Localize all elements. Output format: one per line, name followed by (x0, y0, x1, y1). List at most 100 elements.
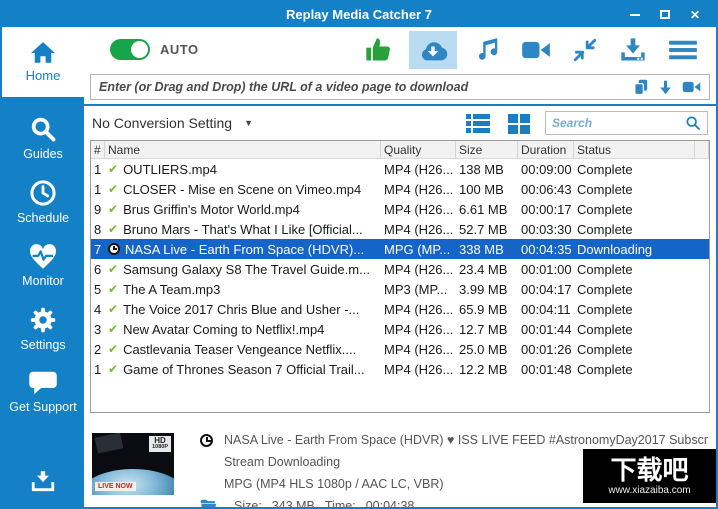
table-row[interactable]: 4 ✔ The Voice 2017 Chris Blue and Usher … (91, 299, 709, 319)
table-row[interactable]: 6 ✔ Samsung Galaxy S8 The Travel Guide.m… (91, 259, 709, 279)
speech-bubble-icon (28, 370, 58, 396)
table-row[interactable]: 7 ✔ NASA Live - Earth From Space (HDVR).… (91, 239, 709, 259)
row-status: Complete (577, 201, 633, 217)
complete-check-icon: ✔ (108, 322, 119, 336)
downloads-table: # Name Quality Size Duration Status 1 ✔ … (90, 140, 710, 413)
download-manager-button[interactable] (615, 33, 651, 67)
import-button[interactable] (2, 469, 84, 507)
row-duration: 00:01:44 (521, 321, 572, 337)
url-input[interactable]: Enter (or Drag and Drop) the URL of a vi… (90, 74, 710, 100)
search-input[interactable]: Search (545, 111, 708, 135)
row-name-cell: ✔ Samsung Galaxy S8 The Travel Guide.m..… (105, 262, 381, 277)
sidebar-item-monitor[interactable]: Monitor (2, 243, 84, 288)
minimize-button[interactable] (624, 6, 646, 24)
hd-badge: HD 1080P (149, 436, 171, 453)
row-num: 1 (94, 181, 102, 197)
row-duration: 00:01:48 (521, 361, 572, 377)
row-num: 1 (94, 161, 102, 177)
row-size: 3.99 MB (459, 281, 508, 297)
table-row[interactable]: 3 ✔ New Avatar Coming to Netflix!.mp4 MP… (91, 319, 709, 339)
close-button[interactable]: ✕ (684, 6, 706, 24)
search-icon (685, 115, 701, 131)
row-duration: 00:04:35 (521, 241, 572, 257)
complete-check-icon: ✔ (108, 302, 119, 316)
row-name: NASA Live - Earth From Space (HDVR)... (125, 241, 365, 257)
sidebar-item-label: Home (25, 68, 61, 83)
row-quality: MP3 (MP... (384, 281, 448, 297)
row-name: Samsung Galaxy S8 The Travel Guide.m... (123, 261, 370, 277)
col-status[interactable]: Status (574, 141, 695, 158)
complete-check-icon: ✔ (108, 362, 119, 376)
col-size[interactable]: Size (456, 141, 518, 158)
conversion-setting-dropdown[interactable]: No Conversion Setting ▼ (92, 115, 253, 131)
sidebar-item-get-support[interactable]: Get Support (2, 370, 84, 414)
table-row[interactable]: 2 ✔ Castlevania Teaser Vengeance Netflix… (91, 339, 709, 359)
row-size: 52.7 MB (459, 221, 508, 237)
maximize-button[interactable] (654, 6, 676, 24)
col-name[interactable]: Name (105, 141, 381, 158)
sidebar-item-guides[interactable]: Guides (2, 115, 84, 161)
row-status: Complete (577, 361, 633, 377)
table-header[interactable]: # Name Quality Size Duration Status (91, 141, 709, 159)
grid-view-button[interactable] (503, 109, 535, 138)
row-size: 12.2 MB (459, 361, 508, 377)
row-name-cell: ✔ Brus Griffin's Motor World.mp4 (105, 202, 381, 217)
complete-check-icon: ✔ (108, 182, 119, 196)
table-row[interactable]: 5 ✔ The A Team.mp3 MP3 (MP... 3.99 MB 00… (91, 279, 709, 299)
record-camera-icon[interactable] (682, 80, 701, 94)
complete-check-icon: ✔ (108, 222, 119, 236)
row-size: 138 MB (459, 161, 504, 177)
col-num[interactable]: # (91, 141, 105, 158)
watermark: 下载吧 www.xiazaiba.com (583, 449, 716, 503)
camcorder-button[interactable] (517, 34, 555, 66)
row-name-cell: ✔ CLOSER - Mise en Scene on Vimeo.mp4 (105, 182, 381, 197)
table-row[interactable]: 1 ✔ CLOSER - Mise en Scene on Vimeo.mp4 … (91, 179, 709, 199)
clock-icon (29, 179, 57, 207)
sidebar-item-schedule[interactable]: Schedule (2, 179, 84, 225)
watermark-text: 下载吧 (610, 454, 689, 485)
auto-toggle[interactable] (110, 39, 150, 60)
row-status: Complete (577, 321, 633, 337)
downloading-clock-icon (108, 243, 120, 255)
sidebar-item-settings[interactable]: Settings (2, 306, 84, 352)
music-button[interactable] (470, 32, 504, 68)
hamburger-menu-icon (668, 38, 698, 62)
heart-pulse-icon (28, 243, 58, 270)
sidebar-item-label: Guides (23, 147, 63, 161)
row-quality: MP4 (H26... (384, 361, 454, 377)
sidebar-item-home[interactable]: Home (2, 27, 84, 97)
row-duration: 00:01:00 (521, 261, 572, 277)
cloud-download-button[interactable] (409, 30, 457, 69)
row-name: Bruno Mars - That's What I Like [Officia… (123, 221, 363, 237)
row-name: The Voice 2017 Chris Blue and Usher -... (123, 301, 360, 317)
thumbs-up-button[interactable] (360, 32, 396, 68)
conversion-setting-label: No Conversion Setting (92, 115, 233, 131)
table-row[interactable]: 1 ✔ OUTLIERS.mp4 MP4 (H26... 138 MB 00:0… (91, 159, 709, 179)
menu-button[interactable] (664, 34, 702, 66)
row-size: 6.61 MB (459, 201, 508, 217)
row-quality: MP4 (H26... (384, 181, 454, 197)
maximize-icon (660, 10, 670, 19)
row-size: 12.7 MB (459, 321, 508, 337)
row-status: Complete (577, 181, 633, 197)
row-status: Complete (577, 161, 633, 177)
table-row[interactable]: 8 ✔ Bruno Mars - That's What I Like [Off… (91, 219, 709, 239)
row-name-cell: ✔ Castlevania Teaser Vengeance Netflix..… (105, 342, 381, 357)
size-value: 343 MB (271, 499, 315, 509)
controls-row: No Conversion Setting ▼ Search (84, 106, 716, 140)
table-row[interactable]: 9 ✔ Brus Griffin's Motor World.mp4 MP4 (… (91, 199, 709, 219)
paste-icon[interactable] (633, 79, 649, 96)
table-row[interactable]: 1 ✔ Game of Thrones Season 7 Official Tr… (91, 359, 709, 379)
row-quality: MP4 (H26... (384, 221, 454, 237)
download-arrow-icon[interactable] (658, 80, 673, 95)
folder-icon[interactable] (200, 499, 217, 507)
watermark-url: www.xiazaiba.com (608, 484, 691, 496)
gear-icon (29, 306, 57, 334)
col-quality[interactable]: Quality (381, 141, 456, 158)
collapse-button[interactable] (568, 33, 602, 67)
list-view-button[interactable] (461, 109, 495, 138)
row-num: 5 (94, 281, 102, 297)
row-status: Complete (577, 301, 633, 317)
size-label: Size: (234, 499, 262, 509)
col-duration[interactable]: Duration (518, 141, 574, 158)
